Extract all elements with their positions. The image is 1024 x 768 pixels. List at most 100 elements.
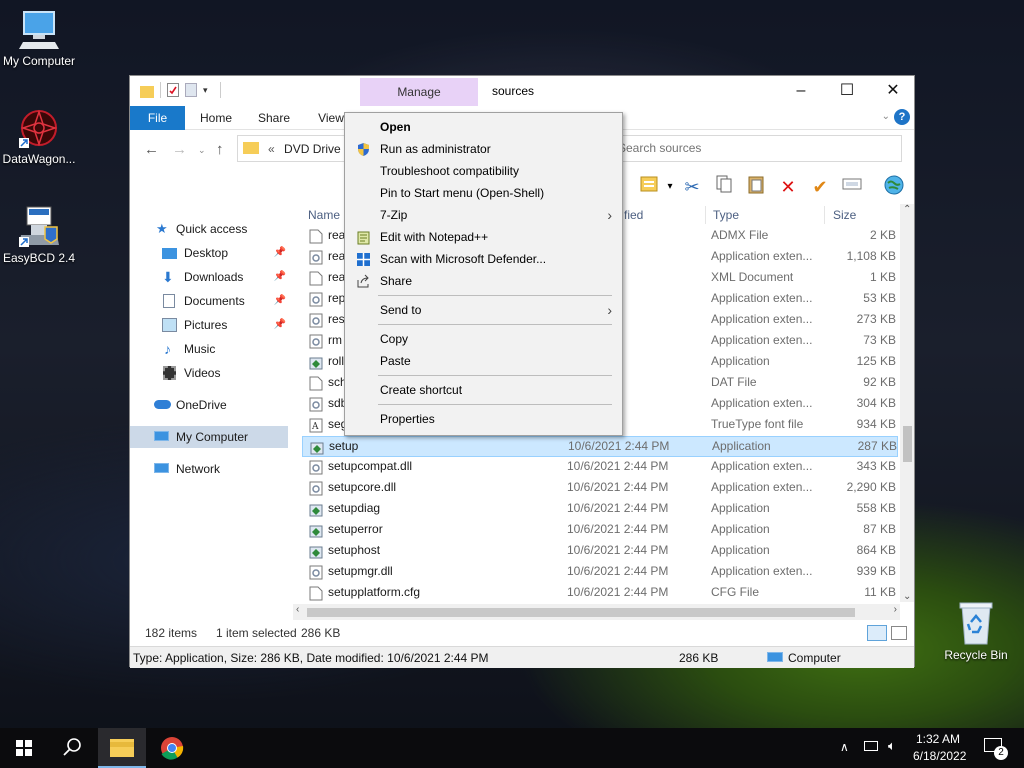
nav-network[interactable]: Network <box>130 458 288 480</box>
desktop-icon-datawagon[interactable]: DataWagon... <box>0 106 82 166</box>
column-header-size[interactable]: Size <box>833 204 856 226</box>
folder-icon[interactable] <box>140 85 154 98</box>
help-icon[interactable]: ? <box>894 109 910 125</box>
tab-file[interactable]: File <box>130 106 185 130</box>
file-row[interactable]: setupplatform.cfg 10/6/2021 2:44 PM CFG Fi… <box>302 583 898 604</box>
rename-check-icon[interactable]: ✔ <box>807 174 833 200</box>
menu-item-run-as-admin[interactable]: Run as administrator <box>347 138 620 160</box>
nav-documents[interactable]: Documents 📌 <box>130 290 288 312</box>
new-folder-icon[interactable] <box>185 83 197 97</box>
properties-icon[interactable] <box>839 174 865 200</box>
menu-item-troubleshoot[interactable]: Troubleshoot compatibility <box>347 160 620 182</box>
file-row[interactable]: setup 10/6/2021 2:44 PM Application 287 KB <box>302 436 898 457</box>
pin-icon[interactable]: 📌 <box>274 314 286 336</box>
scrollbar-thumb[interactable] <box>903 426 912 462</box>
desktop-icon-easybcd[interactable]: EasyBCD 2.4 <box>0 205 82 265</box>
menu-item-send-to[interactable]: Send to › <box>347 299 620 321</box>
menu-item-copy[interactable]: Copy <box>347 328 620 350</box>
details-view-icon[interactable] <box>867 625 887 641</box>
maximize-button[interactable]: ☐ <box>824 76 870 105</box>
nav-pictures[interactable]: Pictures 📌 <box>130 314 288 336</box>
file-row[interactable]: setupdiag 10/6/2021 2:44 PM Application 558… <box>302 499 898 520</box>
scroll-right-icon[interactable]: › <box>894 604 897 615</box>
file-row[interactable]: setuphost 10/6/2021 2:44 PM Application 864… <box>302 541 898 562</box>
menu-item-defender-scan[interactable]: Scan with Microsoft Defender... <box>347 248 620 270</box>
column-divider[interactable] <box>824 206 825 224</box>
network-icon[interactable] <box>864 741 878 751</box>
pin-icon[interactable]: 📌 <box>274 290 286 312</box>
copy-icon[interactable] <box>711 174 737 200</box>
menu-item-notepad-plus-plus[interactable]: Edit with Notepad++ <box>347 226 620 248</box>
document-icon <box>309 586 323 601</box>
file-row[interactable]: setupcore.dll 10/6/2021 2:44 PM Applicatio… <box>302 478 898 499</box>
clock-time[interactable]: 1:32 AM <box>916 732 960 746</box>
menu-item-paste[interactable]: Paste <box>347 350 620 372</box>
search-box[interactable] <box>605 135 902 162</box>
vertical-scrollbar[interactable]: ⌃ ⌄ <box>900 204 914 602</box>
file-row[interactable]: setupmgr.dll 10/6/2021 2:44 PM Application… <box>302 562 898 583</box>
menu-item-pin-start[interactable]: Pin to Start menu (Open-Shell) <box>347 182 620 204</box>
volume-icon[interactable]: 🔈︎ <box>888 738 896 754</box>
minimize-button[interactable]: – <box>778 76 824 105</box>
nav-onedrive[interactable]: OneDrive <box>130 394 288 416</box>
back-arrow-icon[interactable]: ← <box>144 141 159 158</box>
recent-locations-icon[interactable]: ⌄ <box>198 145 206 156</box>
column-divider[interactable] <box>705 206 706 224</box>
menu-item-create-shortcut[interactable]: Create shortcut <box>347 379 620 401</box>
address-bar[interactable]: « DVD Drive (E: <box>237 135 359 162</box>
pin-icon[interactable]: 📌 <box>274 242 286 264</box>
cut-icon[interactable]: ✂ <box>679 174 705 200</box>
desktop-icon-my-computer[interactable]: My Computer <box>0 8 82 68</box>
nav-music[interactable]: ♪ Music <box>130 338 288 360</box>
nav-desktop[interactable]: Desktop 📌 <box>130 242 288 264</box>
column-header-type[interactable]: Type <box>713 204 739 226</box>
file-name: rm <box>328 333 342 347</box>
up-arrow-icon[interactable]: ↑ <box>216 141 224 158</box>
properties-icon[interactable] <box>167 83 179 97</box>
delete-icon[interactable]: ✕ <box>775 174 801 200</box>
scroll-up-icon[interactable]: ⌃ <box>903 204 911 215</box>
taskbar-chrome[interactable] <box>148 728 196 768</box>
search-button[interactable] <box>48 728 96 768</box>
clock-date[interactable]: 6/18/2022 <box>913 749 966 763</box>
menu-item-7zip[interactable]: 7-Zip › <box>347 204 620 226</box>
show-hidden-icons-icon[interactable]: ∧ <box>840 740 849 754</box>
globe-icon[interactable] <box>881 174 907 200</box>
qat-dropdown-icon[interactable]: ▾ <box>203 85 208 96</box>
file-row[interactable]: setupcompat.dll 10/6/2021 2:44 PM Applicat… <box>302 457 898 478</box>
breadcrumb-overflow-icon[interactable]: « <box>268 142 275 156</box>
nav-quick-access[interactable]: ★ Quick access <box>130 218 288 240</box>
desktop-icon-recycle-bin[interactable]: Recycle Bin <box>938 600 1014 662</box>
nav-my-computer[interactable]: My Computer <box>130 426 288 448</box>
file-size: 73 KB <box>863 333 896 347</box>
file-name: setup <box>329 439 359 453</box>
file-row[interactable]: setuperror 10/6/2021 2:44 PM Application 87… <box>302 520 898 541</box>
scrollbar-thumb[interactable] <box>307 608 855 617</box>
dll-file-icon <box>309 460 323 475</box>
forward-arrow-icon[interactable]: → <box>172 141 187 158</box>
menu-item-share[interactable]: Share <box>347 270 620 292</box>
nav-downloads[interactable]: ⬇ Downloads 📌 <box>130 266 288 288</box>
tab-home[interactable]: Home <box>192 106 240 130</box>
document-icon <box>309 271 323 286</box>
close-button[interactable]: ✕ <box>870 76 916 105</box>
paste-icon[interactable] <box>743 174 769 200</box>
nav-videos[interactable]: Videos <box>130 362 288 384</box>
large-icons-view-icon[interactable] <box>891 626 907 640</box>
tab-share[interactable]: Share <box>252 106 296 130</box>
column-header-name[interactable]: Name <box>308 204 340 226</box>
taskbar-file-explorer[interactable] <box>98 728 146 768</box>
pin-icon[interactable]: 📌 <box>274 266 286 288</box>
expand-ribbon-icon[interactable]: ⌄ <box>882 111 890 122</box>
menu-item-properties[interactable]: Properties <box>347 408 620 430</box>
file-name: setupplatform.cfg <box>328 585 421 599</box>
file-size: 53 KB <box>863 291 896 305</box>
manage-context-tab[interactable]: Manage <box>360 78 478 106</box>
search-input[interactable] <box>606 136 886 160</box>
horizontal-scrollbar[interactable]: ‹ › <box>293 604 900 620</box>
start-button[interactable] <box>0 728 48 768</box>
scroll-left-icon[interactable]: ‹ <box>296 604 299 615</box>
menu-item-open[interactable]: Open <box>347 116 620 138</box>
column-header-date[interactable]: fied <box>624 204 643 226</box>
scroll-down-icon[interactable]: ⌄ <box>903 591 911 602</box>
